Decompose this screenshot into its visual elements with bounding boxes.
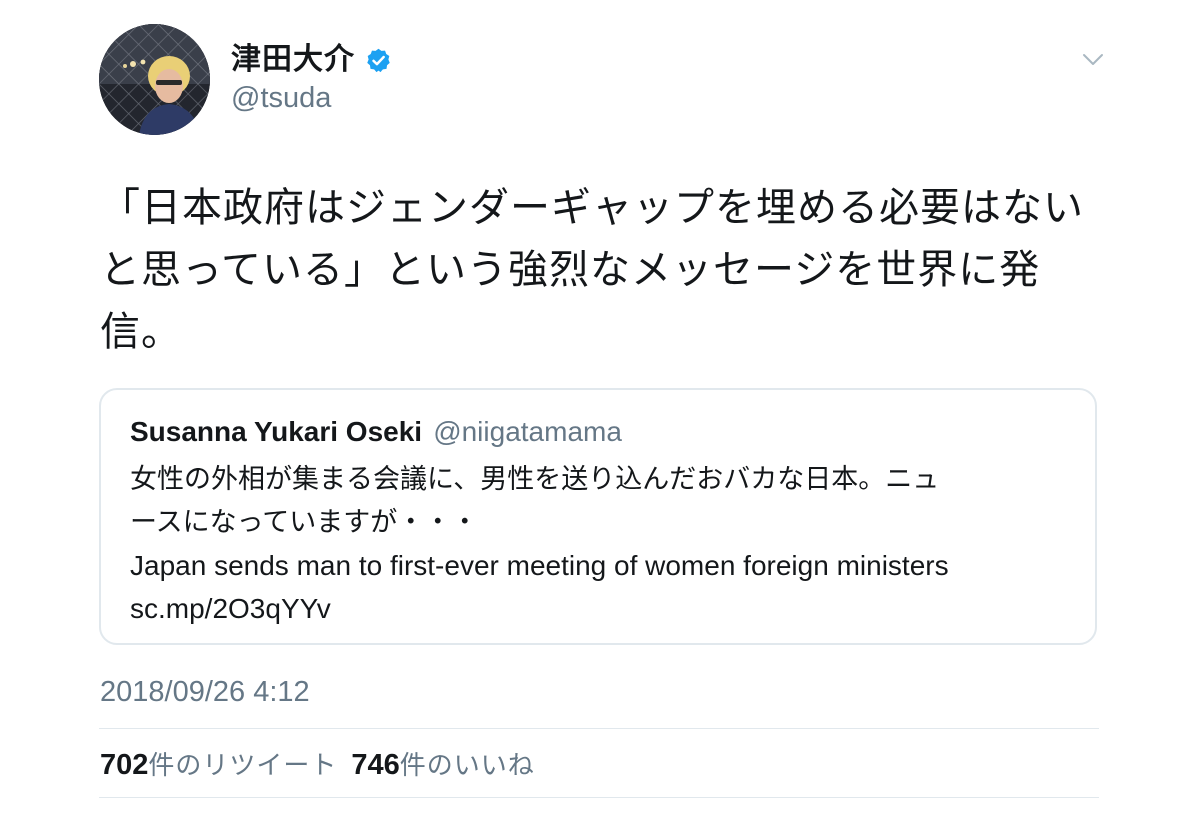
tweet-timestamp[interactable]: 2018/09/26 4:12 <box>100 674 310 710</box>
avatar-photo <box>99 24 210 135</box>
retweets-stat[interactable]: 702 件のリツイート <box>100 745 337 782</box>
divider <box>99 728 1099 729</box>
verified-badge-icon <box>365 47 392 74</box>
quoted-author-handle: @niigatamama <box>433 416 622 447</box>
tweet-text: 「日本政府はジェンダーギャップを埋める必要はない と思っている」という強烈なメッ… <box>100 177 1110 363</box>
tweet-detail: 津田大介 @tsuda 「日本政府はジェンダーギャップを埋める必要はない と思っ… <box>0 0 1200 817</box>
likes-count: 746 <box>351 749 400 781</box>
quoted-text-line: ースになっていますが・・・ <box>130 507 479 538</box>
quoted-tweet-card[interactable]: Susanna Yukari Oseki @niigatamama 女性の外相が… <box>99 388 1097 645</box>
divider <box>99 797 1099 798</box>
chevron-down-icon <box>1082 52 1104 71</box>
author-display-name[interactable]: 津田大介 <box>231 38 355 82</box>
tweet-text-line: と思っている」という強烈なメッセージを世界に発 <box>100 247 1041 293</box>
quoted-text-line: Japan sends man to first-ever meeting of… <box>130 550 949 581</box>
avatar[interactable] <box>99 24 210 135</box>
tweet-options-button[interactable] <box>1078 48 1108 74</box>
retweets-label: 件のリツイート <box>148 751 338 781</box>
author-handle[interactable]: @tsuda <box>231 80 331 116</box>
tweet-stats: 702 件のリツイート 746 件のいいね <box>100 745 535 783</box>
tweet-text-line: 「日本政府はジェンダーギャップを埋める必要はない <box>100 185 1084 231</box>
quoted-author-name: Susanna Yukari Oseki <box>130 416 423 447</box>
likes-label: 件のいいね <box>399 751 535 781</box>
likes-stat[interactable]: 746 件のいいね <box>351 745 534 782</box>
quoted-text-line: 女性の外相が集まる会議に、男性を送り込んだおバカな日本。ニュ <box>130 464 940 495</box>
retweets-count: 702 <box>100 749 149 781</box>
tweet-text-line: 信。 <box>100 309 182 355</box>
quoted-link[interactable]: sc.mp/2O3qYYv <box>130 587 1070 630</box>
quoted-tweet-header: Susanna Yukari Oseki @niigatamama <box>130 414 622 454</box>
quoted-tweet-text: 女性の外相が集まる会議に、男性を送り込んだおバカな日本。ニュ ースになっています… <box>130 458 1070 630</box>
author-name-row: 津田大介 <box>231 38 392 82</box>
